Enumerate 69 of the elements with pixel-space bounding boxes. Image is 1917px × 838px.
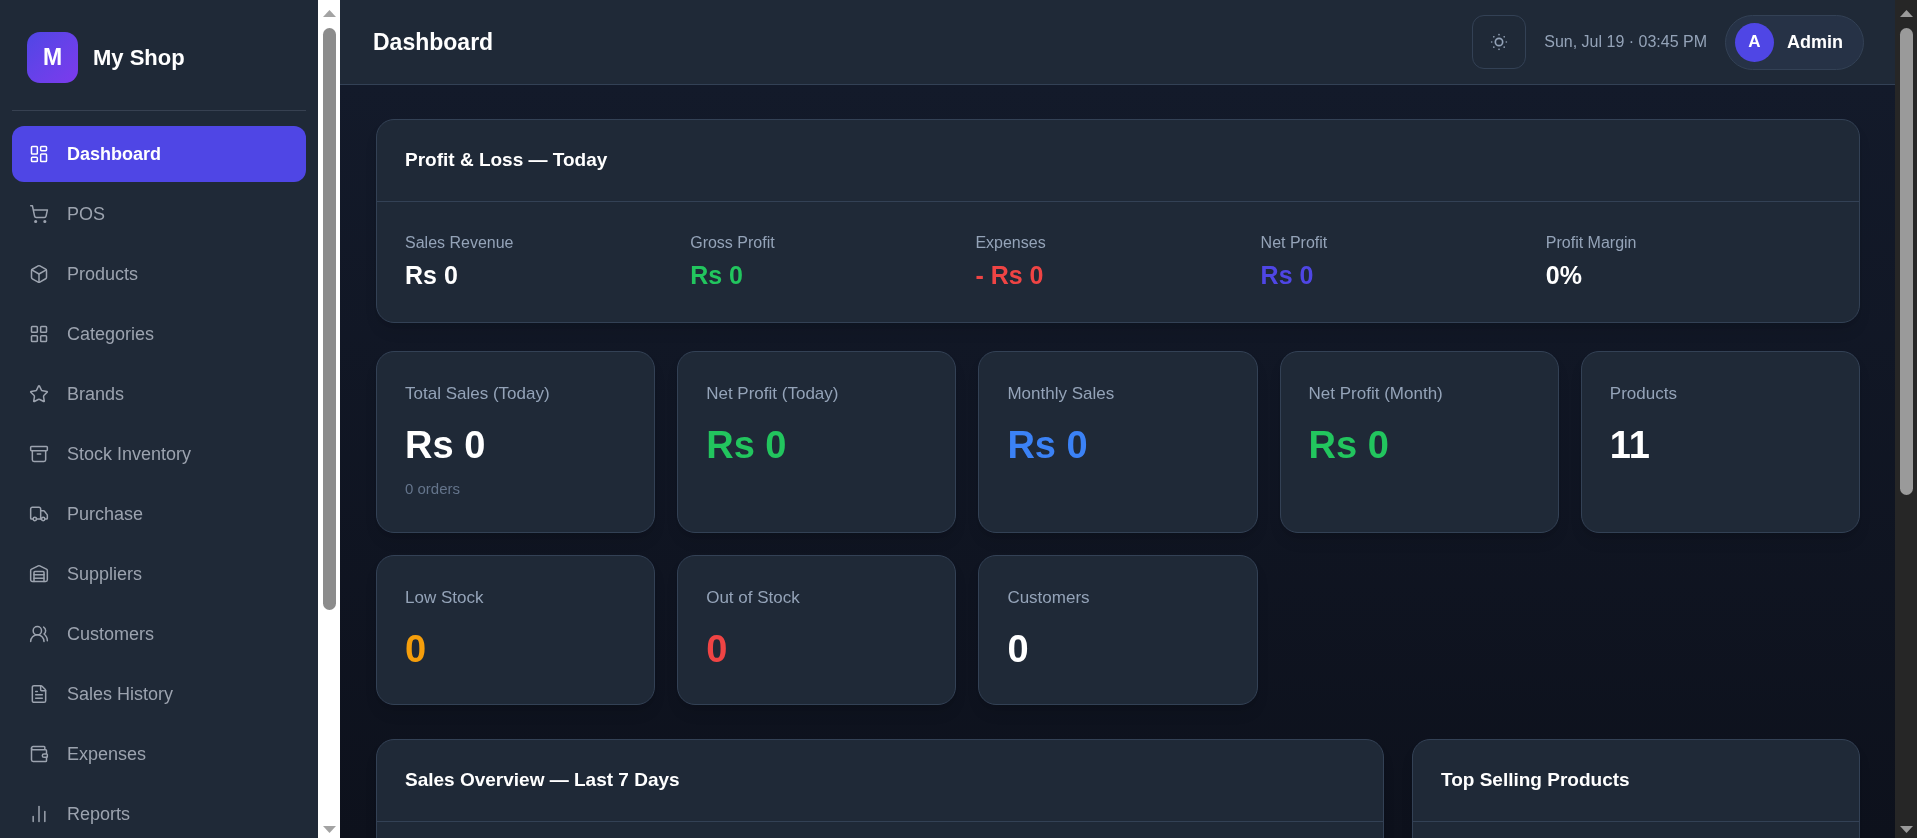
sidebar-item[interactable]: Brands [12,366,306,422]
cube-icon [29,264,49,284]
stat-label: Low Stock [405,587,484,609]
panel-title: Sales Overview — Last 7 Days [405,768,680,793]
sidebar-item[interactable]: Purchase [12,486,306,542]
stat-value: 11 [1609,423,1650,467]
sidebar-item[interactable]: Sales History [12,666,306,722]
metric-label: Expenses [975,233,1046,253]
stat-label: Out of Stock [706,587,800,609]
page-scrollbar[interactable] [1895,0,1917,838]
scrollbar-thumb[interactable] [322,28,336,610]
stat-label: Customers [1007,587,1090,609]
sidebar-item[interactable]: Dashboard [12,126,306,182]
sidebar-item[interactable]: Categories [12,306,306,362]
stat-value: 0 [1007,627,1029,671]
metric-label: Net Profit [1260,233,1328,253]
truck-icon [29,504,49,524]
card-title: Profit & Loss — Today [405,148,608,173]
scrollbar-thumb[interactable] [1899,28,1913,495]
avatar: A [1735,22,1774,62]
page-title: Dashboard [373,27,494,57]
logo: M [27,32,78,83]
metric-label: Sales Revenue [405,233,514,253]
arrow-up-icon[interactable] [1899,10,1913,17]
stat-label: Products [1609,383,1677,405]
star-icon [29,384,49,404]
sidebar-item[interactable]: Suppliers [12,546,306,602]
stat-label: Net Profit (Today) [706,383,839,405]
sidebar-item[interactable]: Products [12,246,306,302]
sidebar-item[interactable]: Expenses [12,726,306,782]
metric-value: Rs 0 [405,260,458,290]
stat-value: 0 [405,627,427,671]
stat-label: Net Profit (Month) [1308,383,1443,405]
metric-value: 0% [1545,260,1582,290]
stat-label: Total Sales (Today) [405,383,550,405]
metric-value: - Rs 0 [975,260,1044,290]
archive-box-icon [29,444,49,464]
sidebar-item[interactable]: Customers [12,606,306,662]
panel-title: Top Selling Products [1441,768,1630,793]
stat-label: Monthly Sales [1007,383,1115,405]
arrow-down-icon[interactable] [322,826,336,833]
sidebar-item[interactable]: Reports [12,786,306,838]
arrow-down-icon[interactable] [1899,826,1913,833]
bar-chart-icon [29,804,49,824]
metric-label: Gross Profit [690,233,775,253]
grid-icon [29,324,49,344]
stat-note: 0 orders [405,479,461,499]
user-menu-button[interactable]: A Admin [1725,14,1864,70]
wallet-icon [29,744,49,764]
shop-name: My Shop [93,44,185,72]
dashboard-icon [29,144,49,164]
sidebar-item[interactable]: Stock Inventory [12,426,306,482]
metric-value: Rs 0 [1260,260,1314,290]
document-icon [29,684,49,704]
stat-value: Rs 0 [1007,423,1088,467]
stat-value: 0 [706,627,728,671]
stat-value: Rs 0 [405,423,486,467]
date-time: Sun, Jul 19 · 03:45 PM [1544,32,1707,52]
metric-value: Rs 0 [690,260,743,290]
theme-toggle-button[interactable] [1472,15,1527,69]
stat-value: Rs 0 [1308,423,1389,467]
stat-value: Rs 0 [706,423,787,467]
warehouse-icon [29,564,49,584]
sidebar-scrollbar[interactable] [318,0,340,838]
cart-icon [29,204,49,224]
arrow-up-icon[interactable] [322,10,336,17]
sidebar-item[interactable]: POS [12,186,306,242]
users-icon [29,624,49,644]
metric-label: Profit Margin [1545,233,1637,253]
